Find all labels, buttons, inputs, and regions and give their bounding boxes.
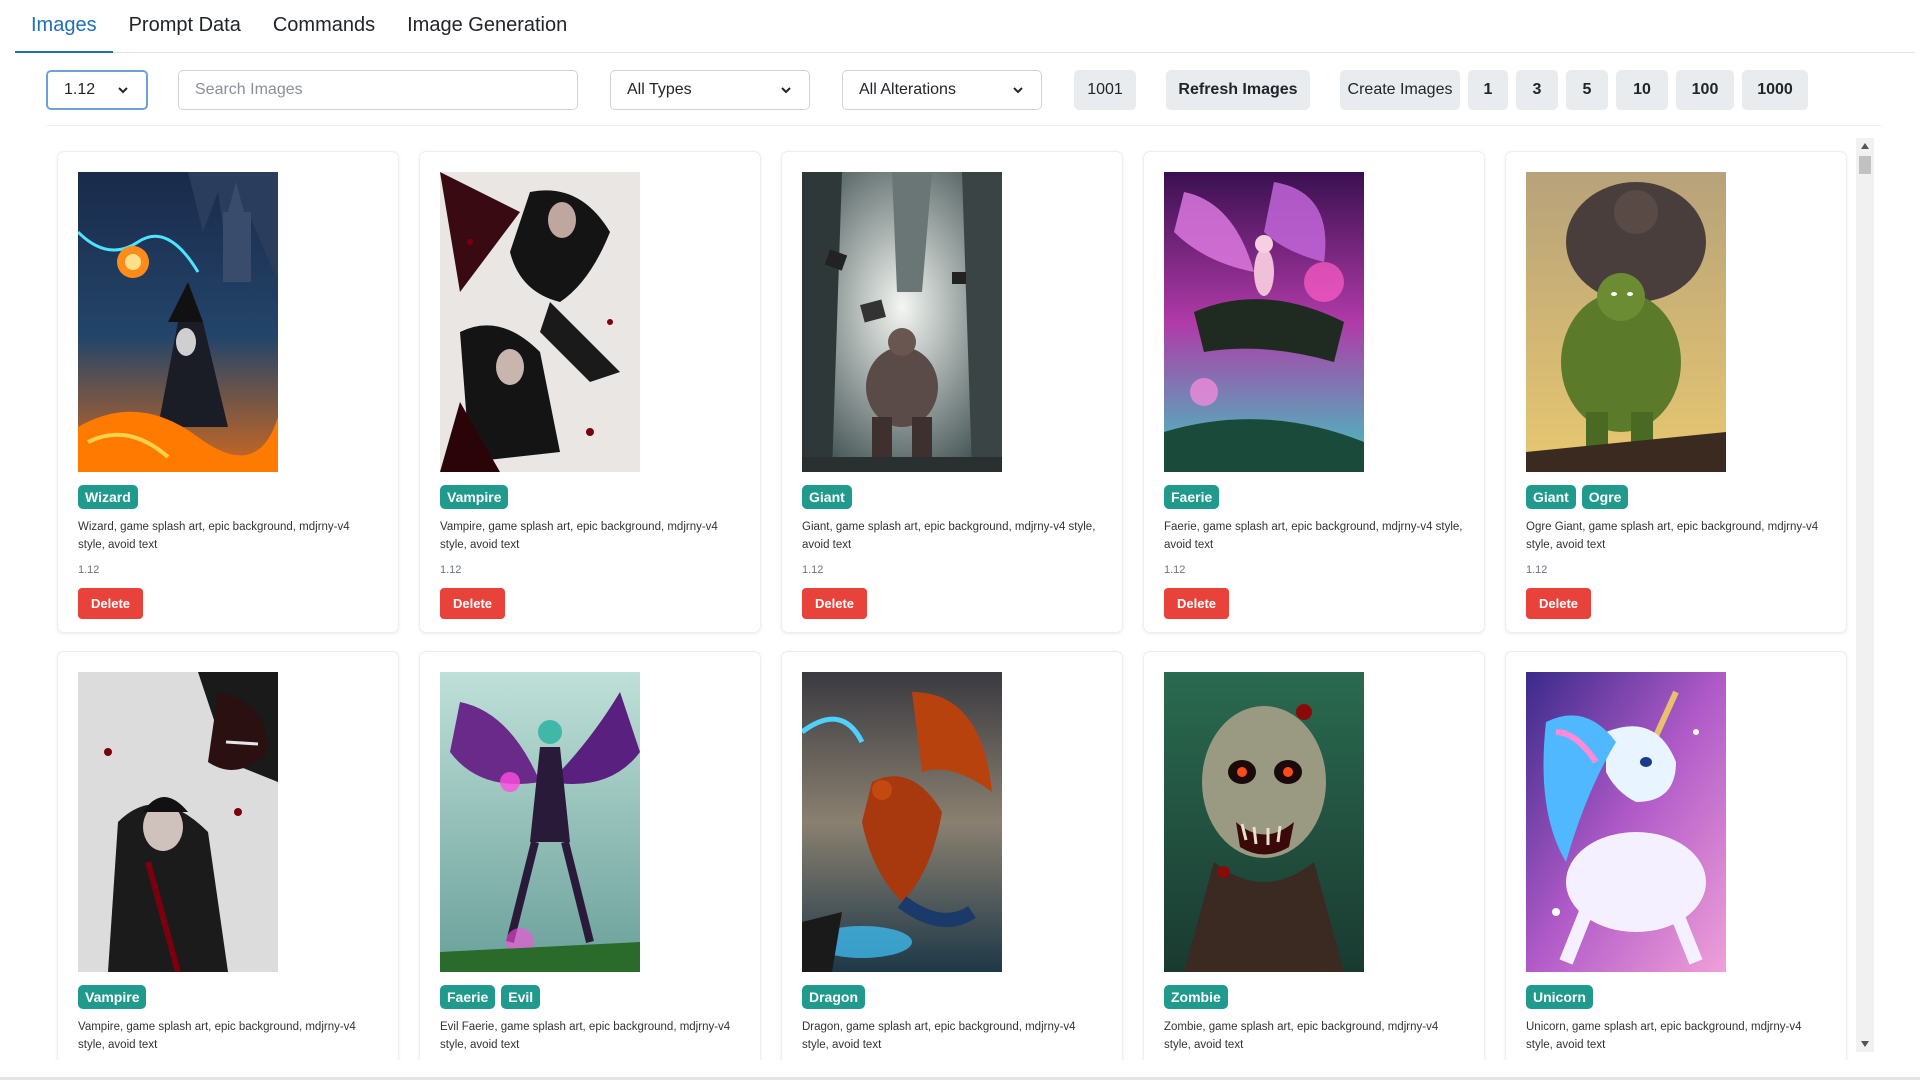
zombie-art[interactable] — [1164, 672, 1364, 972]
tag-list: Faerie Evil — [440, 985, 541, 1009]
ogre-art[interactable] — [1526, 172, 1726, 472]
tag-list: Vampire — [440, 485, 509, 509]
image-card: Giant Giant, game splash art, epic backg… — [782, 152, 1122, 632]
image-description: Zombie, game splash art, epic background… — [1164, 1021, 1439, 1051]
alteration-select-value: All Alterations — [859, 81, 956, 98]
image-description: Dragon, game splash art, epic background… — [802, 1021, 1076, 1051]
tag-badge[interactable]: Dragon — [802, 985, 865, 1009]
image-description: Faerie, game splash art, epic background… — [1164, 521, 1463, 551]
image-card: Vampire Vampire, game splash art, epic b… — [420, 152, 760, 632]
type-select[interactable]: All Types — [610, 70, 810, 110]
create-images-button[interactable]: Create Images — [1340, 70, 1460, 110]
tag-badge[interactable]: Vampire — [440, 485, 509, 509]
tag-badge[interactable]: Giant — [1526, 485, 1576, 509]
chevron-down-icon — [118, 87, 128, 94]
image-description: Wizard, game splash art, epic background… — [78, 521, 350, 551]
image-card: Faerie Evil Evil Faerie, game splash art,… — [420, 652, 760, 1060]
tag-badge[interactable]: Evil — [501, 985, 541, 1009]
tag-badge[interactable]: Giant — [802, 485, 852, 509]
tag-badge[interactable]: Vampire — [78, 985, 147, 1009]
image-version: 1.12 — [1164, 564, 1186, 576]
delete-button[interactable]: Delete — [440, 588, 505, 619]
dragon-art[interactable] — [802, 672, 1002, 972]
tag-list: Giant — [802, 485, 852, 509]
chevron-down-icon — [781, 87, 791, 94]
image-description: Vampire, game splash art, epic backgroun… — [440, 521, 718, 551]
quantity-button-100[interactable]: 100 — [1676, 70, 1734, 110]
faerie-art[interactable] — [1164, 172, 1364, 472]
image-card: Zombie Zombie, game splash art, epic bac… — [1144, 652, 1484, 1060]
tab-commands[interactable]: Commands — [257, 0, 391, 53]
tag-badge[interactable]: Zombie — [1164, 985, 1228, 1009]
tab-prompt-data[interactable]: Prompt Data — [113, 0, 257, 53]
alteration-select[interactable]: All Alterations — [842, 70, 1042, 110]
tag-list: Giant Ogre — [1526, 485, 1629, 509]
vertical-scrollbar[interactable] — [1856, 138, 1874, 1052]
type-select-value: All Types — [627, 81, 692, 98]
image-card: Wizard Wizard, game splash art, epic bac… — [58, 152, 398, 632]
image-card: Vampire Vampire, game splash art, epic b… — [58, 652, 398, 1060]
image-grid: Wizard Wizard, game splash art, epic bac… — [46, 138, 1866, 1060]
tag-list: Zombie — [1164, 985, 1228, 1009]
image-version: 1.12 — [440, 564, 462, 576]
image-card: Dragon Dragon, game splash art, epic bac… — [782, 652, 1122, 1060]
image-card: Unicorn Unicorn, game splash art, epic b… — [1506, 652, 1846, 1060]
vampire-art[interactable] — [440, 172, 640, 472]
scroll-down-icon[interactable] — [1861, 1041, 1869, 1047]
image-description: Unicorn, game splash art, epic backgroun… — [1526, 1021, 1802, 1051]
refresh-images-button[interactable]: Refresh Images — [1166, 70, 1310, 110]
image-version: 1.12 — [78, 564, 100, 576]
wizard-art[interactable] — [78, 172, 278, 472]
delete-button[interactable]: Delete — [802, 588, 867, 619]
tag-list: Wizard — [78, 485, 138, 509]
giant-art[interactable] — [802, 172, 1002, 472]
evil-faerie-art[interactable] — [440, 672, 640, 972]
vampire-art-2[interactable] — [78, 672, 278, 972]
unicorn-art[interactable] — [1526, 672, 1726, 972]
image-description: Vampire, game splash art, epic backgroun… — [78, 1021, 356, 1051]
delete-button[interactable]: Delete — [1526, 588, 1591, 619]
nav-tabs: Images Prompt Data Commands Image Genera… — [15, 0, 1915, 53]
image-description: Ogre Giant, game splash art, epic backgr… — [1526, 521, 1819, 551]
chevron-down-icon — [1013, 87, 1023, 94]
tag-badge[interactable]: Faerie — [440, 985, 496, 1009]
quantity-button-1000[interactable]: 1000 — [1742, 70, 1808, 110]
tag-badge[interactable]: Wizard — [78, 485, 138, 509]
tag-list: Dragon — [802, 985, 865, 1009]
quantity-button-3[interactable]: 3 — [1516, 70, 1558, 110]
tab-image-generation[interactable]: Image Generation — [391, 0, 583, 53]
tag-badge[interactable]: Ogre — [1581, 485, 1629, 509]
image-description: Evil Faerie, game splash art, epic backg… — [440, 1021, 731, 1051]
tag-badge[interactable]: Faerie — [1164, 485, 1220, 509]
quantity-button-10[interactable]: 10 — [1616, 70, 1668, 110]
scrollbar-thumb[interactable] — [1859, 156, 1871, 174]
image-card: Giant Ogre Ogre Giant, game splash art, e… — [1506, 152, 1846, 632]
image-description: Giant, game splash art, epic background,… — [802, 521, 1096, 551]
toolbar: 1.12 Search Images All Types All Alterat… — [46, 68, 1882, 126]
tab-images[interactable]: Images — [15, 0, 113, 53]
quantity-button-1[interactable]: 1 — [1468, 70, 1508, 110]
image-version: 1.12 — [802, 564, 824, 576]
version-select[interactable]: 1.12 — [46, 70, 148, 110]
delete-button[interactable]: Delete — [1164, 588, 1229, 619]
search-input[interactable]: Search Images — [178, 70, 578, 110]
tag-list: Vampire — [78, 985, 147, 1009]
tag-badge[interactable]: Unicorn — [1526, 985, 1593, 1009]
quantity-button-5[interactable]: 5 — [1566, 70, 1608, 110]
image-count: 1001 — [1074, 70, 1136, 110]
tag-list: Faerie — [1164, 485, 1220, 509]
image-version: 1.12 — [1526, 564, 1548, 576]
tag-list: Unicorn — [1526, 985, 1593, 1009]
scroll-up-icon[interactable] — [1861, 143, 1869, 149]
delete-button[interactable]: Delete — [78, 588, 143, 619]
version-select-value: 1.12 — [64, 81, 96, 98]
image-card: Faerie Faerie, game splash art, epic bac… — [1144, 152, 1484, 632]
